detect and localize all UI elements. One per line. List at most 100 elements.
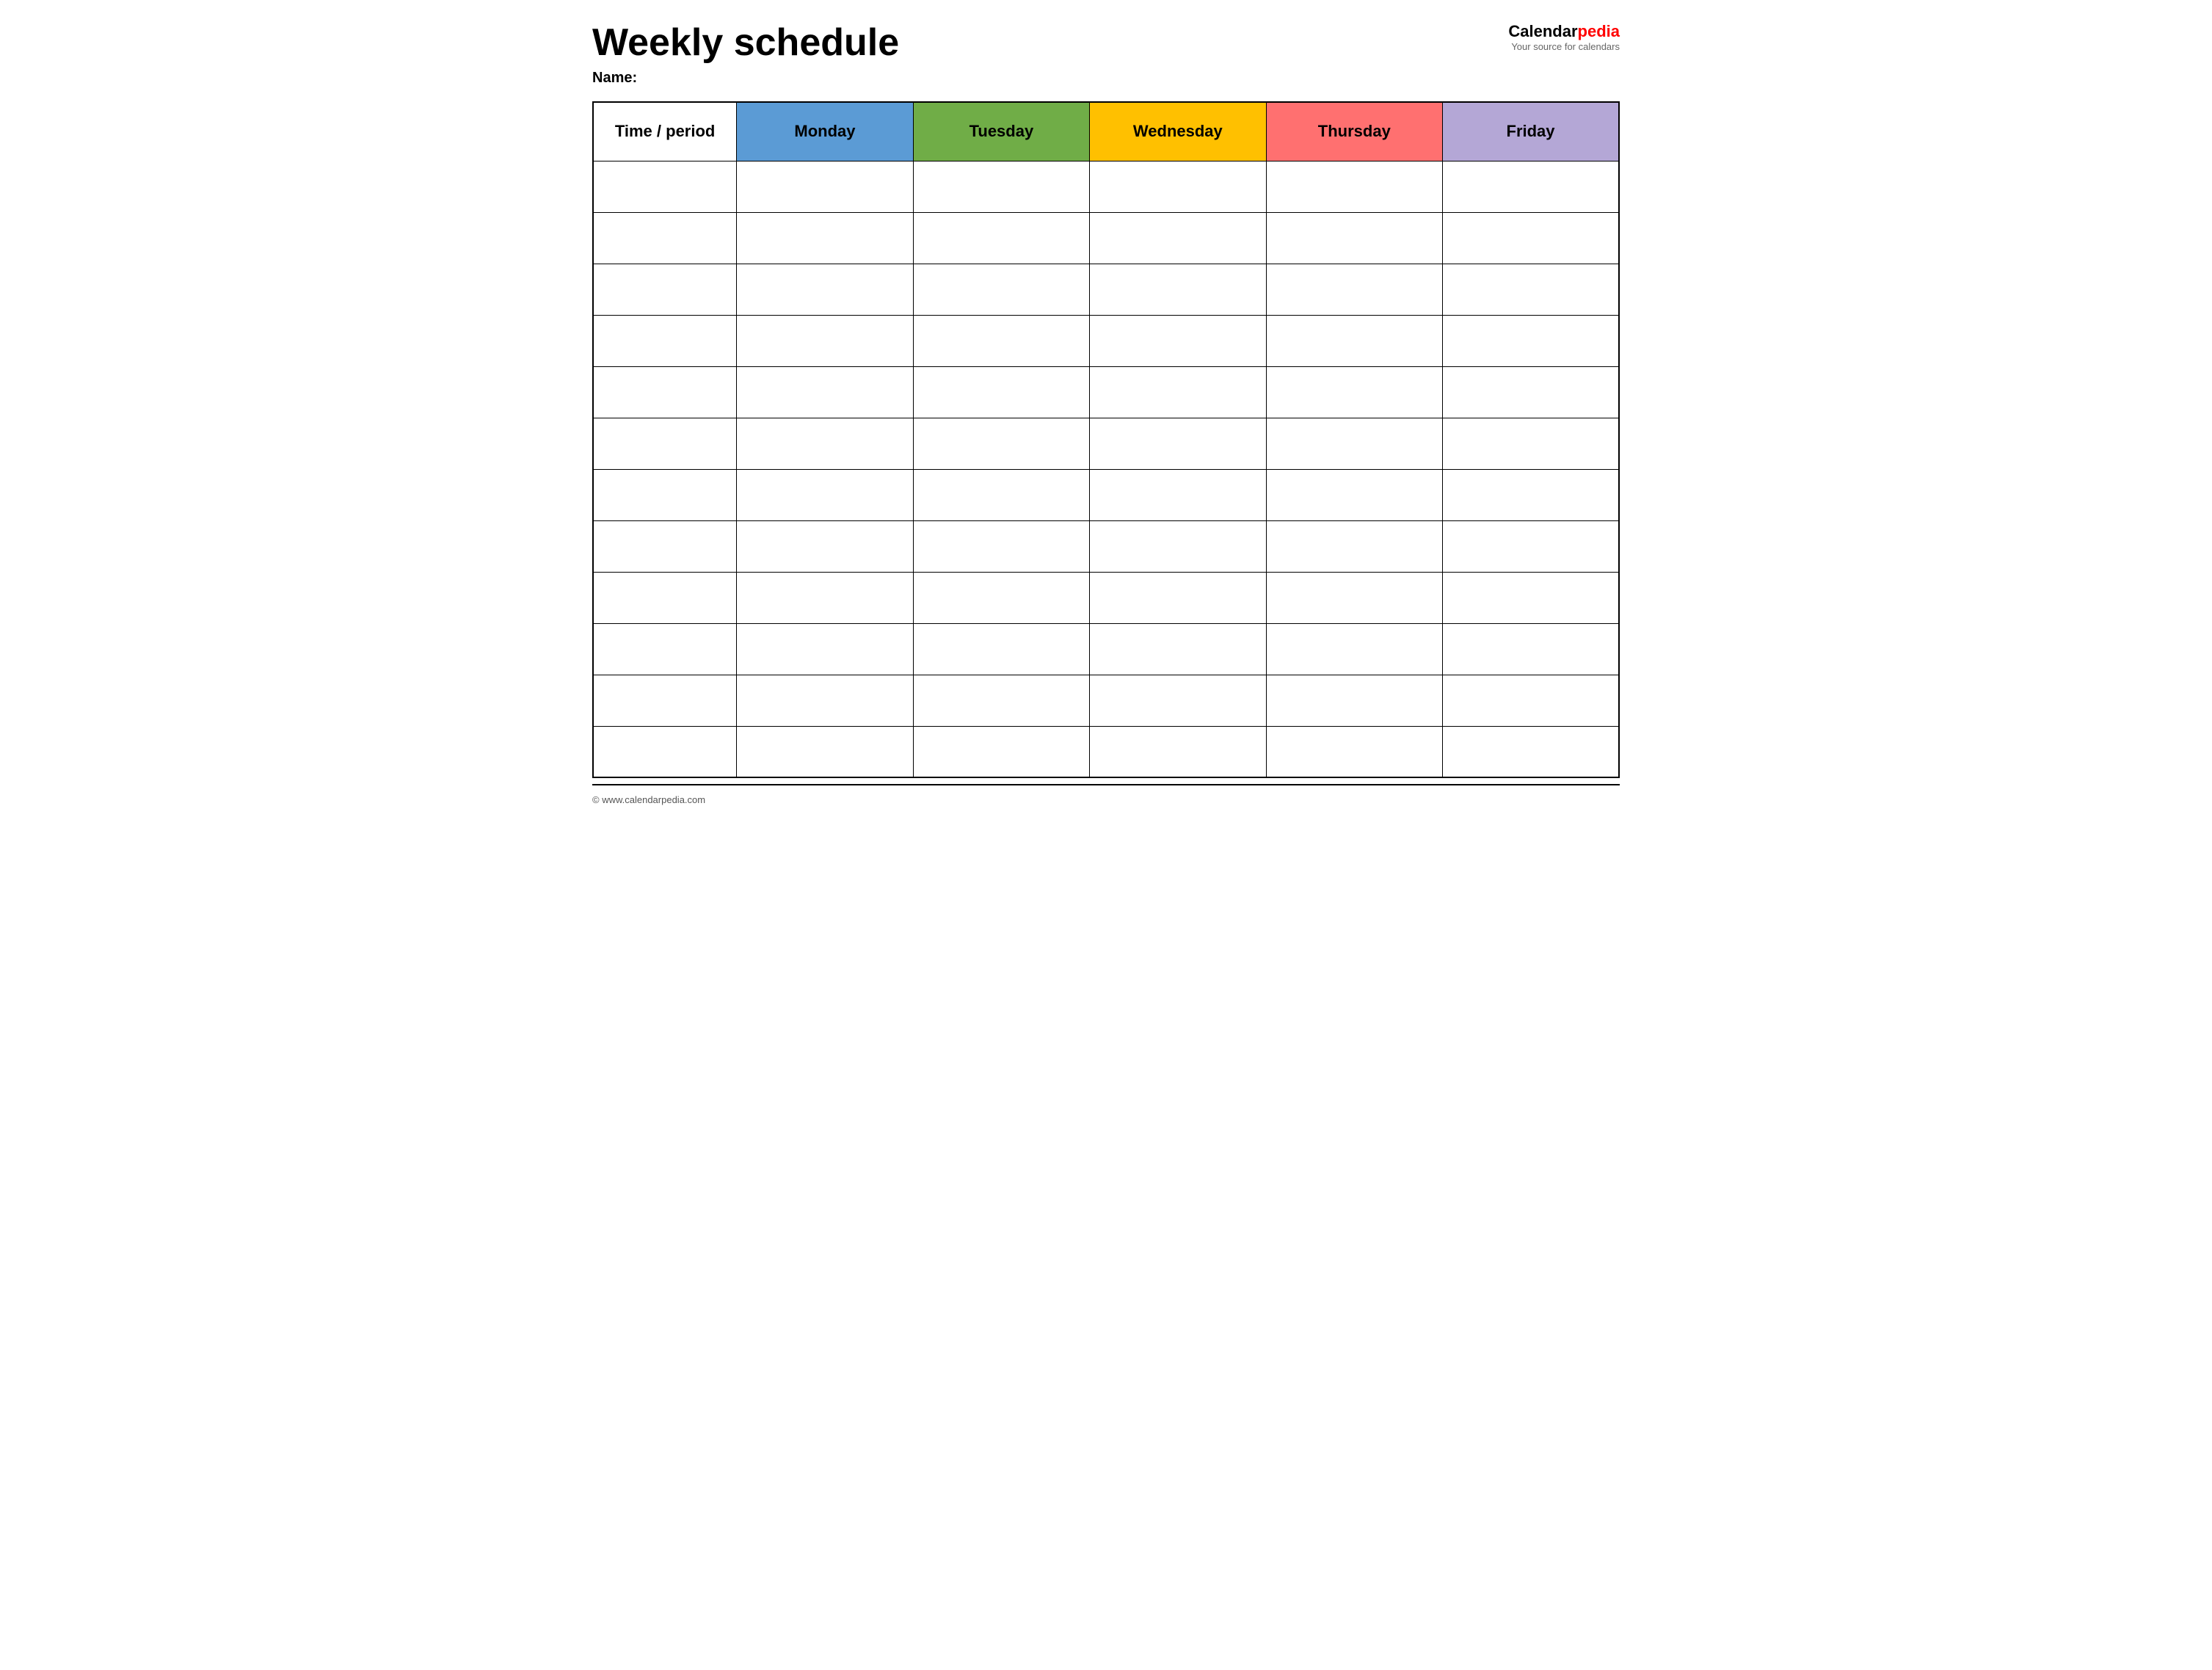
header-row: Time / period Monday Tuesday Wednesday T…	[593, 102, 1619, 161]
logo-pedia-part: pedia	[1578, 22, 1620, 40]
table-cell[interactable]	[1266, 315, 1442, 366]
footer-divider	[592, 784, 1620, 785]
table-cell[interactable]	[1090, 726, 1266, 777]
table-cell[interactable]	[1266, 161, 1442, 212]
table-cell[interactable]	[1443, 418, 1619, 469]
table-cell[interactable]	[737, 264, 913, 315]
table-cell[interactable]	[913, 315, 1089, 366]
table-cell[interactable]	[737, 418, 913, 469]
table-row	[593, 572, 1619, 623]
table-cell[interactable]	[593, 572, 737, 623]
table-cell[interactable]	[737, 675, 913, 726]
table-cell[interactable]	[1443, 366, 1619, 418]
table-cell[interactable]	[1090, 161, 1266, 212]
table-cell[interactable]	[737, 623, 913, 675]
col-header-time: Time / period	[593, 102, 737, 161]
table-cell[interactable]	[1443, 520, 1619, 572]
col-header-thursday: Thursday	[1266, 102, 1442, 161]
table-cell[interactable]	[1090, 418, 1266, 469]
table-cell[interactable]	[1266, 418, 1442, 469]
table-cell[interactable]	[1090, 264, 1266, 315]
table-cell[interactable]	[913, 726, 1089, 777]
table-cell[interactable]	[1266, 366, 1442, 418]
col-header-tuesday: Tuesday	[913, 102, 1089, 161]
table-cell[interactable]	[1090, 315, 1266, 366]
table-cell[interactable]	[1443, 469, 1619, 520]
table-row	[593, 418, 1619, 469]
table-cell[interactable]	[1090, 366, 1266, 418]
table-cell[interactable]	[1090, 469, 1266, 520]
table-cell[interactable]	[593, 675, 737, 726]
table-cell[interactable]	[1266, 726, 1442, 777]
table-cell[interactable]	[1266, 675, 1442, 726]
footer-copyright: © www.calendarpedia.com	[592, 794, 1620, 805]
title-area: Weekly schedule Name:	[592, 22, 899, 87]
name-label: Name:	[592, 70, 899, 87]
table-cell[interactable]	[1443, 212, 1619, 264]
logo-area: Calendarpedia Your source for calendars	[1508, 22, 1620, 52]
table-cell[interactable]	[1090, 520, 1266, 572]
table-cell[interactable]	[1266, 520, 1442, 572]
table-row	[593, 726, 1619, 777]
table-cell[interactable]	[593, 418, 737, 469]
schedule-body	[593, 161, 1619, 777]
table-cell[interactable]	[737, 161, 913, 212]
header-area: Weekly schedule Name: Calendarpedia Your…	[592, 22, 1620, 87]
table-cell[interactable]	[1443, 623, 1619, 675]
table-cell[interactable]	[737, 212, 913, 264]
table-cell[interactable]	[1443, 161, 1619, 212]
schedule-table: Time / period Monday Tuesday Wednesday T…	[592, 101, 1620, 778]
table-row	[593, 520, 1619, 572]
table-cell[interactable]	[737, 726, 913, 777]
col-header-friday: Friday	[1443, 102, 1619, 161]
table-row	[593, 366, 1619, 418]
table-cell[interactable]	[737, 366, 913, 418]
table-cell[interactable]	[1266, 212, 1442, 264]
table-cell[interactable]	[1266, 623, 1442, 675]
table-cell[interactable]	[1266, 264, 1442, 315]
table-cell[interactable]	[1443, 315, 1619, 366]
table-cell[interactable]	[737, 469, 913, 520]
table-cell[interactable]	[1090, 572, 1266, 623]
table-cell[interactable]	[913, 161, 1089, 212]
table-cell[interactable]	[913, 418, 1089, 469]
col-header-monday: Monday	[737, 102, 913, 161]
table-cell[interactable]	[1443, 726, 1619, 777]
table-cell[interactable]	[593, 315, 737, 366]
table-cell[interactable]	[913, 469, 1089, 520]
table-cell[interactable]	[1443, 572, 1619, 623]
table-cell[interactable]	[1266, 572, 1442, 623]
table-cell[interactable]	[913, 572, 1089, 623]
table-row	[593, 315, 1619, 366]
table-cell[interactable]	[1443, 264, 1619, 315]
logo-text: Calendarpedia	[1508, 22, 1620, 41]
table-cell[interactable]	[593, 212, 737, 264]
table-row	[593, 675, 1619, 726]
table-cell[interactable]	[913, 675, 1089, 726]
table-cell[interactable]	[1090, 675, 1266, 726]
table-cell[interactable]	[593, 366, 737, 418]
table-cell[interactable]	[913, 520, 1089, 572]
table-cell[interactable]	[913, 366, 1089, 418]
table-row	[593, 623, 1619, 675]
table-cell[interactable]	[593, 264, 737, 315]
table-cell[interactable]	[593, 520, 737, 572]
table-cell[interactable]	[593, 161, 737, 212]
table-cell[interactable]	[1443, 675, 1619, 726]
table-cell[interactable]	[593, 469, 737, 520]
table-cell[interactable]	[593, 726, 737, 777]
table-row	[593, 264, 1619, 315]
table-cell[interactable]	[1090, 623, 1266, 675]
table-cell[interactable]	[1266, 469, 1442, 520]
table-cell[interactable]	[1090, 212, 1266, 264]
table-cell[interactable]	[593, 623, 737, 675]
col-header-wednesday: Wednesday	[1090, 102, 1266, 161]
table-cell[interactable]	[913, 212, 1089, 264]
table-cell[interactable]	[913, 264, 1089, 315]
page-container: Weekly schedule Name: Calendarpedia Your…	[592, 22, 1620, 805]
table-cell[interactable]	[913, 623, 1089, 675]
table-cell[interactable]	[737, 572, 913, 623]
table-cell[interactable]	[737, 520, 913, 572]
table-row	[593, 212, 1619, 264]
table-cell[interactable]	[737, 315, 913, 366]
